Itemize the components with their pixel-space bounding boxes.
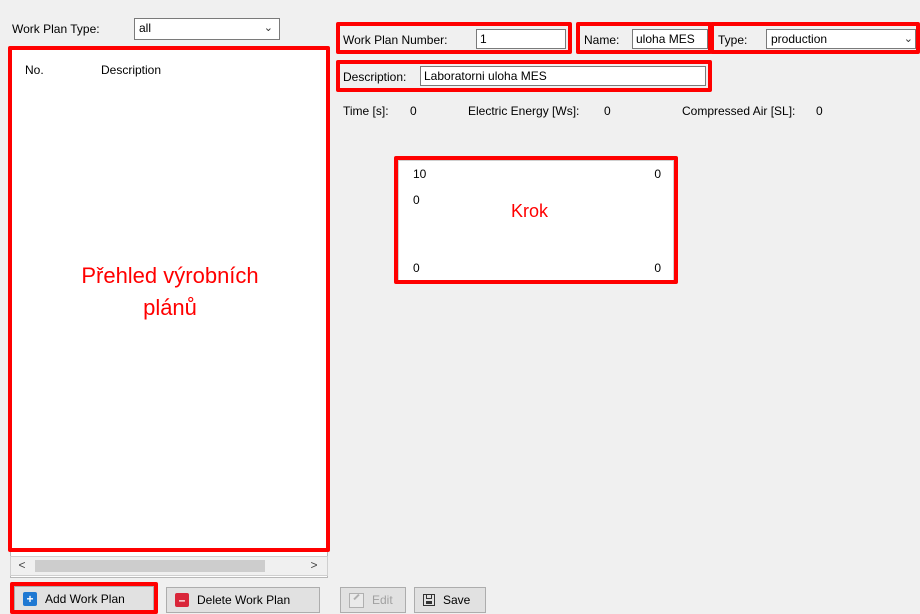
save-button[interactable]: Save xyxy=(414,587,486,613)
type-label: Type: xyxy=(718,33,748,47)
list-header: No. Description xyxy=(11,49,327,89)
chevron-down-icon: ⌄ xyxy=(903,33,913,45)
step-box[interactable]: 10 0 0 Krok 0 0 xyxy=(398,160,674,282)
compressed-air-label: Compressed Air [SL]: xyxy=(682,104,796,118)
save-label: Save xyxy=(443,593,471,607)
work-plan-type-label: Work Plan Type: xyxy=(12,22,100,36)
electric-energy-label: Electric Energy [Ws]: xyxy=(468,104,580,118)
work-plan-number-label: Work Plan Number: xyxy=(343,33,448,47)
step-bottom-left-value: 0 xyxy=(413,261,420,275)
time-value: 0 xyxy=(410,104,417,118)
edit-label: Edit xyxy=(372,593,393,607)
time-label: Time [s]: xyxy=(343,104,389,118)
add-work-plan-button[interactable]: + Add Work Plan xyxy=(14,586,154,612)
work-plan-type-select[interactable]: all ⌄ xyxy=(134,18,280,40)
name-input[interactable]: uloha MES xyxy=(632,29,708,49)
column-header-no[interactable]: No. xyxy=(25,63,44,77)
plus-icon: + xyxy=(23,592,37,606)
list-overlay-line2: plánů xyxy=(143,294,197,320)
scroll-right-icon[interactable]: > xyxy=(305,558,323,572)
compressed-air-value: 0 xyxy=(816,104,823,118)
delete-work-plan-label: Delete Work Plan xyxy=(197,593,291,607)
list-overlay-line1: Přehled výrobních xyxy=(81,263,259,288)
step-label: Krok xyxy=(511,201,549,221)
list-horizontal-scrollbar[interactable]: < > xyxy=(10,556,328,576)
delete-work-plan-button[interactable]: – Delete Work Plan xyxy=(166,587,320,613)
type-select[interactable]: production ⌄ xyxy=(766,29,916,49)
step-top-right-value: 0 xyxy=(654,167,661,181)
scrollbar-thumb[interactable] xyxy=(35,560,265,572)
step-bottom-right-value: 0 xyxy=(654,261,661,275)
scroll-left-icon[interactable]: < xyxy=(13,558,31,572)
edit-icon xyxy=(349,592,364,608)
electric-energy-value: 0 xyxy=(604,104,611,118)
name-label: Name: xyxy=(584,33,620,47)
list-overlay-caption: Přehled výrobních plánů xyxy=(20,260,320,324)
description-input[interactable]: Laboratorni uloha MES xyxy=(420,66,706,86)
work-plan-number-input[interactable]: 1 xyxy=(476,29,566,49)
minus-icon: – xyxy=(175,593,189,607)
save-icon xyxy=(423,594,435,606)
description-label: Description: xyxy=(343,70,407,84)
work-plan-type-value: all xyxy=(139,21,152,35)
step-top-left-value: 10 xyxy=(413,167,427,181)
step-second-value: 0 xyxy=(413,193,420,207)
chevron-down-icon: ⌄ xyxy=(263,22,273,34)
edit-button[interactable]: Edit xyxy=(340,587,406,613)
add-work-plan-label: Add Work Plan xyxy=(45,592,125,606)
type-value: production xyxy=(771,32,828,46)
column-header-description[interactable]: Description xyxy=(101,63,161,77)
